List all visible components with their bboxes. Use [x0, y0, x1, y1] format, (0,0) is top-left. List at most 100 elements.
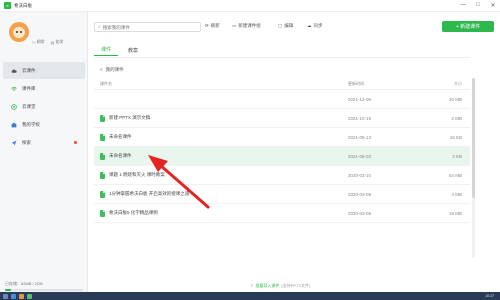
browser-icon[interactable]: [11, 293, 16, 299]
sidebar-item-label: 我的学校: [22, 121, 40, 127]
file-size: 18 MB: [448, 210, 462, 216]
book-icon: ▤: [50, 39, 55, 45]
storage-text: 已存储：83MB / 2GB: [5, 281, 43, 286]
file-size: 16 KB: [449, 134, 462, 140]
file-icon: [100, 209, 105, 217]
file-size: 54 MB: [448, 172, 462, 178]
file-date: 2020-03-09: [348, 210, 372, 216]
cloud-icon: [11, 69, 17, 73]
refresh-button[interactable]: ⟳ 刷新: [205, 23, 220, 29]
user-info: ⚇ 胡学 ▤ 化学: [32, 39, 63, 45]
batch-import-link[interactable]: ⇪ 批量导入课件 (支持PPTX文件): [250, 283, 310, 289]
import-icon: ⇪: [250, 283, 254, 288]
table-row[interactable]: 课题 1 燃烧和灭火 课时教案 2020-03-10 54 MB: [94, 166, 470, 185]
file-name: 新建 PPTX 演示文稿: [109, 115, 151, 120]
storage-bar: [5, 289, 83, 291]
back-icon[interactable]: <: [100, 67, 103, 73]
start-icon[interactable]: [3, 293, 8, 299]
sidebar-item-courseware-library[interactable]: 课件库: [3, 80, 85, 97]
file-date: 2021-12-06: [348, 96, 372, 102]
user-name-item[interactable]: ⚇ 胡学: [32, 39, 45, 45]
user-name: 胡学: [36, 39, 45, 44]
sidebar-nav: 云课件 课件库 云课堂 我的学校 探索: [3, 62, 85, 152]
minimize-icon[interactable]: —: [459, 2, 467, 9]
table-row[interactable]: 2021-12-06 20 MB: [94, 90, 470, 109]
file-icon: [100, 190, 105, 198]
search-box: ⌕: [94, 22, 201, 32]
table-header: 课件名 更新时间 大小: [94, 78, 470, 90]
header-date[interactable]: 更新时间: [348, 81, 418, 87]
sidebar-item-my-school[interactable]: 我的学校: [3, 116, 85, 133]
edit-button[interactable]: ▢ 编辑: [278, 23, 293, 29]
file-size: 20 MB: [448, 96, 462, 102]
sidebar: ⚇ 胡学 ▤ 化学 云课件 课件库 云课堂 我的学校 探索 已存储：83MB / 2…: [0, 12, 88, 292]
window-title: 希沃白板: [14, 2, 32, 8]
folder-icon[interactable]: [19, 293, 24, 299]
storage-fill: [5, 289, 12, 291]
folder-plus-icon: ▭: [232, 23, 237, 28]
tabs-divider: [94, 57, 470, 58]
file-name: 课题 1 燃烧和灭火 课时教案: [109, 172, 165, 177]
file-size: 3 KB: [452, 153, 462, 159]
taskbar-clock: 10:27: [485, 294, 494, 298]
refresh-label: 刷新: [210, 23, 220, 28]
sync-icon: ☁: [307, 23, 312, 28]
sync-button[interactable]: ☁ 同步: [307, 23, 323, 29]
batch-import-label: 批量导入课件: [255, 283, 280, 288]
new-folder-label: 新建课件组: [238, 23, 261, 28]
close-icon[interactable]: ✕: [489, 2, 497, 9]
school-icon: [11, 122, 17, 127]
title-bar: e 希沃白板 — □ ✕: [0, 0, 500, 12]
user-school-item[interactable]: ▤ 化学: [51, 39, 64, 45]
refresh-icon: ⟳: [205, 23, 209, 28]
file-name: 希沃白板5 化学精品课例: [109, 210, 158, 215]
file-table: 课件名 更新时间 大小 2021-12-06 20 MB 新建 PPTX 演示文…: [94, 78, 470, 223]
tab-lesson-plan[interactable]: 教案: [121, 44, 145, 56]
new-folder-button[interactable]: ▭ 新建课件组: [232, 23, 261, 29]
user-school: 化学: [55, 39, 64, 44]
edit-icon: ▢: [278, 23, 283, 28]
new-courseware-button[interactable]: + 新建课件: [442, 21, 494, 32]
header-size[interactable]: 大小: [418, 81, 464, 87]
play-circle-icon: [11, 103, 17, 110]
avatar[interactable]: [9, 22, 29, 42]
sidebar-item-label: 云课堂: [22, 103, 36, 109]
table-row[interactable]: 新建 PPTX 演示文稿 2021-10-19 2 MB: [94, 109, 470, 128]
window-controls: — □ ✕: [459, 2, 497, 9]
maximize-icon[interactable]: □: [474, 2, 482, 9]
table-row[interactable]: 希沃白板5 化学精品课例 2020-03-09 18 MB: [94, 204, 470, 223]
sidebar-item-label: 探索: [22, 139, 31, 145]
search-icon: ⌕: [98, 24, 101, 30]
file-icon: [100, 152, 105, 160]
scroll-thumb[interactable]: [472, 78, 475, 198]
file-date: 2021-10-19: [348, 115, 372, 121]
user-icon: ⚇: [32, 39, 36, 45]
sidebar-item-cloud-class[interactable]: 云课堂: [3, 98, 85, 115]
file-name: 未命名课件: [109, 153, 132, 158]
file-date: 2021-08-13: [348, 134, 372, 140]
edit-label: 编辑: [284, 23, 294, 28]
search-input[interactable]: [102, 24, 193, 30]
table-row[interactable]: 1分钟掌握希沃白板 开启高效的授课之旅 2020-03-09 4 MB: [94, 185, 470, 204]
notification-dot: [74, 141, 77, 144]
sidebar-item-cloud-courseware[interactable]: 云课件: [3, 62, 85, 79]
file-name: 未命名课件: [109, 134, 132, 139]
file-icon: [100, 114, 105, 122]
file-date: 2020-03-10: [348, 172, 372, 178]
table-row[interactable]: 未命名课件 2021-08-13 16 KB: [94, 128, 470, 147]
header-name[interactable]: 课件名: [94, 81, 348, 87]
sync-label: 同步: [313, 23, 323, 28]
file-icon: [100, 133, 105, 141]
table-row-selected[interactable]: 未命名课件 2021-08-03 3 KB: [94, 147, 470, 166]
file-name: 1分钟掌握希沃白板 开启高效的授课之旅: [109, 191, 190, 196]
file-date: 2020-03-09: [348, 191, 372, 197]
file-size: 4 MB: [451, 191, 462, 197]
scrollbar[interactable]: [472, 78, 475, 258]
file-icon: [100, 171, 105, 179]
sidebar-item-label: 课件库: [22, 85, 36, 91]
sidebar-item-explore[interactable]: 探索: [3, 134, 85, 151]
send-icon: [11, 140, 17, 145]
tab-courseware[interactable]: 课件: [94, 44, 118, 56]
easinote-icon[interactable]: [27, 293, 32, 299]
wifi-icon: [11, 86, 17, 91]
